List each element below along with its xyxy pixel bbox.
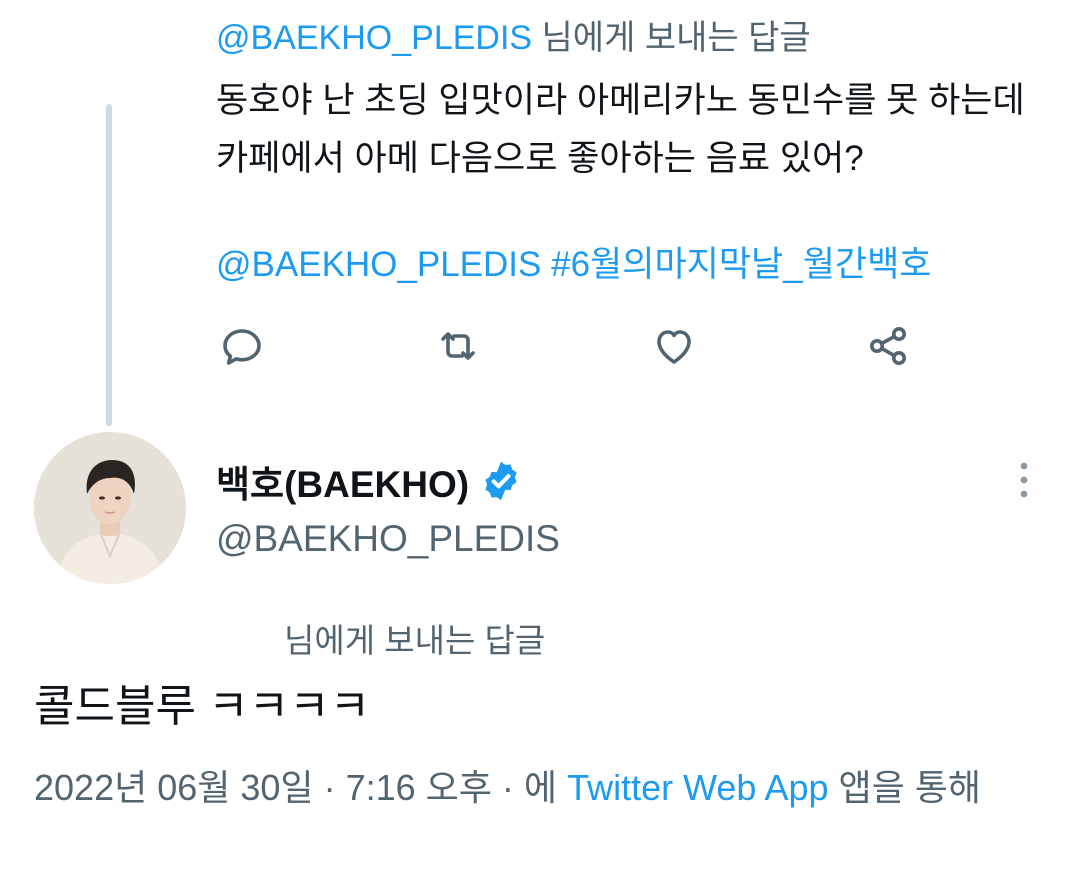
more-options-button[interactable]: [1008, 456, 1040, 504]
reply-button[interactable]: [214, 318, 270, 374]
parent-tweet-tags: @BAEKHO_PLEDIS #6월의마지막날_월간백호: [216, 236, 932, 294]
source-app-link[interactable]: Twitter Web App: [567, 767, 828, 808]
reply-to-suffix: 님에게 보내는 답글: [541, 19, 811, 57]
reply-icon: [223, 329, 261, 365]
thread-connector-line: [106, 104, 112, 426]
avatar[interactable]: [34, 432, 186, 584]
parent-tweet-text: 동호야 난 초딩 입맛이라 아메리카노 동민수를 못 하는데 카페에서 아메 다…: [216, 72, 1025, 188]
retweet-button[interactable]: [430, 318, 486, 374]
like-button[interactable]: [646, 318, 702, 374]
reply-to-handle-link[interactable]: @BAEKHO_PLEDIS: [216, 19, 532, 57]
share-icon: [870, 327, 906, 365]
meta-separator: ·: [323, 767, 336, 808]
profile-photo: [34, 432, 186, 584]
parent-tweet-text-line-1: 동호야 난 초딩 입맛이라 아메리카노 동민수를 못 하는데: [216, 81, 1025, 120]
reply-context-label: 님에게 보내는 답글: [284, 622, 546, 659]
author-handle[interactable]: @BAEKHO_PLEDIS: [216, 518, 560, 560]
mention-link[interactable]: @BAEKHO_PLEDIS: [216, 245, 541, 284]
retweet-icon: [441, 332, 475, 360]
meta-separator: ·: [501, 767, 514, 808]
display-name-text: 백호(BAEKHO): [216, 464, 470, 505]
tweet-date: 2022년 06월 30일: [34, 767, 314, 808]
hashtag-link[interactable]: #6월의마지막날_월간백호: [551, 245, 931, 284]
main-tweet-text: 콜드블루 ㅋㅋㅋㅋ: [34, 682, 371, 731]
tweet-metadata: 2022년 06월 30일 · 7:16 오후 · 에 Twitter Web …: [34, 762, 1044, 814]
via-suffix: 앱을 통해: [838, 767, 982, 808]
parent-tweet-text-line-2: 카페에서 아메 다음으로 좋아하는 음료 있어?: [216, 139, 864, 178]
tweet-action-bar: [0, 318, 1080, 374]
tweet-time: 7:16 오후: [345, 767, 492, 808]
heart-icon: [657, 330, 691, 364]
parent-reply-context: @BAEKHO_PLEDIS 님에게 보내는 답글: [216, 10, 811, 59]
verified-badge-icon: [485, 461, 517, 501]
share-button[interactable]: [860, 318, 916, 374]
author-display-name[interactable]: 백호(BAEKHO): [216, 454, 523, 508]
vertical-dots-icon: [1020, 462, 1028, 498]
via-prefix: 에: [523, 767, 558, 808]
